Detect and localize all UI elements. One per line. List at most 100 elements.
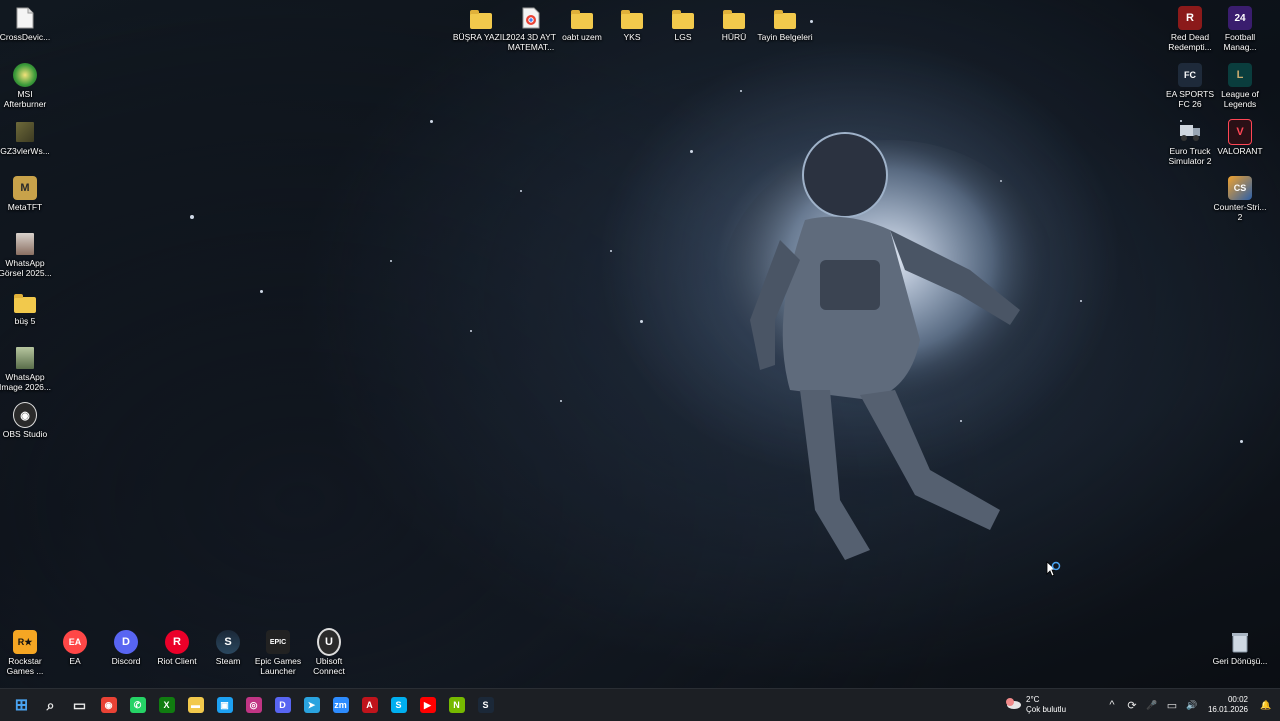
desktop-icon-label: Ubisoft Connect	[313, 656, 345, 676]
task-view-taskbar-button[interactable]: ▭	[65, 689, 94, 721]
desktop-icon-bus5-folder[interactable]: büş 5	[0, 290, 54, 326]
desktop-icon-obs-studio[interactable]: ◉ OBS Studio	[0, 402, 54, 439]
store-icon: ▣	[216, 697, 233, 713]
xbox-taskbar-button[interactable]: X	[152, 689, 181, 721]
truck-icon	[1178, 120, 1202, 144]
desktop-icon-valorant[interactable]: V VALORANT	[1211, 119, 1269, 156]
desktop-icon-lgs[interactable]: LGS	[654, 6, 712, 42]
start-button: ⊞	[14, 697, 29, 714]
desktop-icon-ayt-matematik[interactable]: 2024 3D AYT MATEMAT...	[502, 6, 560, 52]
folder-icon	[469, 6, 493, 30]
desktop-icon-label: OBS Studio	[2, 429, 48, 439]
valorant-icon: V	[1228, 119, 1252, 145]
steam-icon: S	[216, 630, 240, 654]
microphone-icon[interactable]: 🎤	[1142, 689, 1162, 721]
discord-taskbar-taskbar-button[interactable]: D	[268, 689, 297, 721]
desktop-icon-label: Tayin Belgeleri	[757, 32, 813, 42]
acrobat-icon: A	[361, 697, 378, 713]
zoom-icon: zm	[332, 697, 349, 713]
desktop-icon-label: büş 5	[14, 316, 36, 326]
task-view-icon: ▭	[72, 696, 87, 713]
desktop-icon-tayin-belgeleri[interactable]: Tayin Belgeleri	[756, 6, 814, 42]
nvidia-taskbar-button[interactable]: N	[442, 689, 471, 721]
notification-bell-icon[interactable]: 🔔	[1256, 689, 1280, 721]
clock-time: 00:02	[1227, 695, 1248, 704]
desktop-icon-discord[interactable]: D Discord	[97, 630, 155, 666]
file-explorer-icon: ▬	[187, 697, 204, 713]
weather-widget[interactable]: 2°C Çok bulutlu	[1004, 689, 1066, 721]
desktop-icon-football-manager[interactable]: 24 Football Manag...	[1211, 6, 1269, 52]
desktop-icon-label: EA	[69, 656, 81, 666]
folder-icon	[773, 6, 797, 30]
file-explorer-taskbar-button[interactable]: ▬	[181, 689, 210, 721]
store-taskbar-button[interactable]: ▣	[210, 689, 239, 721]
desktop-icon-label: LGS	[674, 32, 692, 42]
search-taskbar-button[interactable]: ⌕	[36, 689, 65, 721]
folder-icon	[671, 6, 695, 30]
search-icon: ⌕	[46, 696, 55, 713]
desktop-icon-league-of-legends[interactable]: L League of Legends	[1211, 63, 1269, 109]
whatsapp-icon: ✆	[129, 697, 146, 713]
desktop-icon-epic-games[interactable]: EPIC Epic Games Launcher	[249, 630, 307, 676]
desktop-icon-recycle-bin[interactable]: Geri Dönüşü...	[1211, 630, 1269, 666]
sync-icon[interactable]: ⟳	[1122, 689, 1142, 721]
desktop-icon-label: Counter-Stri... 2	[1213, 202, 1267, 222]
clock-date: 16.01.2026	[1207, 705, 1248, 714]
chevron-up-icon[interactable]: ^	[1102, 689, 1122, 721]
desktop-icon-gz3vlerws[interactable]: GZ3vlerWs...	[0, 120, 54, 156]
obs-icon: ◉	[13, 402, 37, 428]
desktop-icon-riot-client[interactable]: R Riot Client	[148, 630, 206, 666]
instagram-taskbar-button[interactable]: ◎	[239, 689, 268, 721]
fm-icon: 24	[1228, 6, 1252, 30]
steam-taskbar-taskbar-button[interactable]: S	[471, 689, 500, 721]
steam-taskbar-icon: S	[477, 697, 494, 713]
clock[interactable]: 00:02 16.01.2026	[1202, 695, 1256, 715]
nvidia-icon: N	[448, 697, 465, 713]
volume-icon[interactable]: 🔊	[1182, 689, 1202, 721]
start-button-taskbar-button[interactable]: ⊞	[7, 689, 36, 721]
desktop-icon-label: Riot Client	[157, 656, 197, 666]
desktop-icon-label: Epic Games Launcher	[254, 656, 302, 676]
desktop-icon-huru[interactable]: HÜRÜ	[705, 6, 763, 42]
telegram-taskbar-button[interactable]: ➤	[297, 689, 326, 721]
folder-icon	[13, 290, 37, 314]
chrome-icon: ◉	[100, 697, 117, 713]
desktop-icon-msi-afterburner[interactable]: MSI Afterburner	[0, 63, 54, 109]
desktop-icon-label: MetaTFT	[7, 202, 43, 212]
desktop-icon-whatsapp-gorsel[interactable]: WhatsApp Görsel 2025...	[0, 232, 54, 278]
taskbar-apps: ⊞ ⌕ ▭ ◉ ✆ X ▬ ▣ ◎ D ➤ zm A S ▶ N S	[0, 689, 500, 721]
desktop-icon-crossdevice[interactable]: CrossDevic...	[0, 6, 54, 42]
skype-icon: S	[390, 697, 407, 713]
desktop-icon-label: HÜRÜ	[721, 32, 747, 42]
taskbar: ⊞ ⌕ ▭ ◉ ✆ X ▬ ▣ ◎ D ➤ zm A S ▶ N S 2°C Çok bulutlu ^ ⟳ 🎤…	[0, 688, 1280, 721]
desktop-icon-yks[interactable]: YKS	[603, 6, 661, 42]
system-tray: ^ ⟳ 🎤 ▭ 🔊 00:02 16.01.2026 🔔	[1102, 689, 1280, 721]
ea-icon: EA	[63, 630, 87, 654]
desktop-icon-whatsapp-image[interactable]: WhatsApp Image 2026...	[0, 346, 54, 392]
weather-cloud-icon	[1004, 696, 1022, 715]
youtube-icon: ▶	[419, 697, 436, 713]
ubisoft-icon: U	[317, 628, 341, 656]
zoom-taskbar-button[interactable]: zm	[326, 689, 355, 721]
desktop-icon-metatft[interactable]: M MetaTFT	[0, 176, 54, 212]
discord-icon: D	[114, 630, 138, 654]
acrobat-taskbar-button[interactable]: A	[355, 689, 384, 721]
chrome-taskbar-button[interactable]: ◉	[94, 689, 123, 721]
skype-taskbar-button[interactable]: S	[384, 689, 413, 721]
desktop-icon-ubisoft[interactable]: U Ubisoft Connect	[300, 628, 358, 676]
network-icon[interactable]: ▭	[1162, 689, 1182, 721]
whatsapp-taskbar-button[interactable]: ✆	[123, 689, 152, 721]
desktop-icon-label: Discord	[111, 656, 141, 666]
folder-icon	[722, 6, 746, 30]
file-icon	[13, 6, 37, 30]
cs2-icon: CS	[1228, 176, 1252, 200]
desktop: CrossDevic... MSI Afterburner GZ3vlerWs.…	[0, 0, 1280, 688]
desktop-icon-ea[interactable]: EA EA	[46, 630, 104, 666]
desktop-icon-label: WhatsApp Image 2026...	[0, 372, 51, 392]
desktop-icon-label: GZ3vlerWs...	[0, 146, 50, 156]
youtube-taskbar-button[interactable]: ▶	[413, 689, 442, 721]
lol-icon: L	[1228, 63, 1252, 87]
desktop-icon-label: VALORANT	[1217, 146, 1263, 156]
desktop-icon-counter-strike[interactable]: CS Counter-Stri... 2	[1211, 176, 1269, 222]
chrome-pdf-icon	[519, 6, 543, 30]
